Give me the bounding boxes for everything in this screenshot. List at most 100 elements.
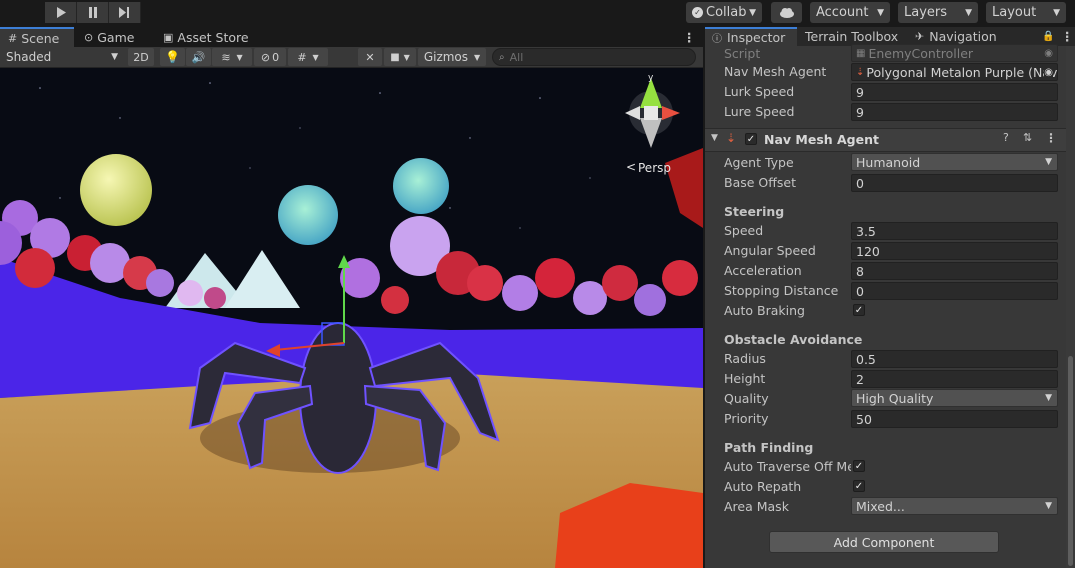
angular-speed-field[interactable]: 120 [851,242,1058,260]
audio-toggle[interactable]: 🔊 [186,48,211,66]
quality-dropdown[interactable]: High Quality ▼ [851,389,1058,407]
foldout-arrow-icon[interactable]: ▼ [711,133,718,143]
priority-field[interactable]: 50 [851,410,1058,428]
add-component-button[interactable]: Add Component [769,531,999,553]
caret-down-icon: ▼ [877,7,884,18]
tab-asset-store[interactable]: ▣ Asset Store [163,27,263,47]
agent-type-dropdown[interactable]: Humanoid ▼ [851,153,1058,171]
inspector-menu-button[interactable]: ⋮ [1061,27,1074,46]
tools-button[interactable]: ✕ [358,48,382,66]
gizmos-dropdown[interactable]: Gizmos ▼ [418,48,486,66]
pause-button[interactable] [77,2,109,23]
component-title: Nav Mesh Agent [764,132,879,147]
collab-dropdown[interactable]: ✓ Collab ▼ [686,2,762,23]
lure-speed-field[interactable]: 9 [851,103,1058,121]
speaker-icon: 🔊 [191,50,206,64]
account-dropdown[interactable]: Account ▼ [810,2,890,23]
caret-down-icon: ▼ [1045,501,1052,511]
effects-icon: ≋ [221,50,231,64]
hidden-eye-icon: ⊘ [260,50,271,64]
nav-mesh-agent-ref-field[interactable]: ⇣ Polygonal Metalon Purple (Nav ◉ [851,63,1058,81]
tab-asset-store-label: Asset Store [177,29,249,45]
projection-label[interactable]: Persp [638,161,671,175]
panel-menu-button[interactable]: ⋮ [683,27,697,47]
search-icon: ⌕ [499,51,505,63]
help-icon[interactable]: ? [1003,131,1009,144]
caret-down-icon: ▼ [236,52,243,62]
shading-mode-dropdown[interactable]: Shaded ▼ [2,48,122,66]
priority-label: Priority [724,411,769,426]
check-circle-icon: ✓ [692,7,703,18]
agent-type-label: Agent Type [724,155,794,170]
script-value: EnemyController [868,45,974,61]
scene-viewport[interactable]: y < Persp [0,68,703,568]
lurk-speed-value: 9 [856,84,864,100]
area-mask-dropdown[interactable]: Mixed... ▼ [851,497,1058,515]
nav-agent-icon: ⇣ [856,66,865,78]
main-toolbar: ✓ Collab ▼ Account ▼ Layers ▼ Layout ▼ [0,0,1075,26]
play-button[interactable] [45,2,77,23]
step-button[interactable] [109,2,141,23]
tab-scene[interactable]: # Scene [0,27,74,47]
navigation-icon: ✈ [915,30,925,43]
nav-mesh-agent-icon: ⇣ [726,131,737,145]
nav-mesh-agent-header[interactable]: ▼ ⇣ ✓ Nav Mesh Agent ? ⇅ ⋮ [705,128,1071,152]
planet-yellow [80,154,152,226]
scene-toolbar: Shaded ▼ 2D 💡 🔊 ≋ ▼ ⊘ 0 # ▼ ✕ ■ ▼ Gizmos… [0,47,703,68]
lurk-speed-field[interactable]: 9 [851,83,1058,101]
caret-down-icon: ▼ [474,52,481,62]
auto-repath-checkbox[interactable]: ✓ [853,480,865,492]
play-icon [56,7,66,18]
svg-text:y: y [648,73,654,83]
radius-value: 0.5 [856,351,876,367]
tab-terrain-toolbox-label: Terrain Toolbox [805,29,899,44]
cloud-button[interactable] [771,2,802,23]
tab-navigation-label: Navigation [929,29,997,44]
stopping-distance-value: 0 [856,283,864,299]
auto-traverse-checkbox[interactable]: ✓ [853,460,865,472]
scene-search-input[interactable]: ⌕ All [492,48,696,66]
layout-label: Layout [992,5,1037,20]
caret-down-icon: ▼ [749,7,756,18]
area-mask-value: Mixed... [856,498,905,514]
angular-speed-label: Angular Speed [724,243,816,258]
shading-mode-label: Shaded [6,50,52,64]
component-enabled-checkbox[interactable]: ✓ [745,133,757,145]
height-value: 2 [856,371,864,387]
lighting-toggle[interactable]: 💡 [160,48,185,66]
script-file-icon: ▦ [856,47,866,59]
layout-dropdown[interactable]: Layout ▼ [986,2,1066,23]
presets-icon[interactable]: ⇅ [1023,131,1032,144]
priority-value: 50 [856,411,872,427]
scene-render: y < [0,68,703,568]
radius-field[interactable]: 0.5 [851,350,1058,368]
scene-visibility-toggle[interactable]: ⊘ 0 [254,48,286,66]
kebab-menu-icon[interactable]: ⋮ [1045,131,1057,145]
layers-dropdown[interactable]: Layers ▼ [898,2,978,23]
2d-mode-toggle[interactable]: 2D [128,48,154,66]
tab-game-label: Game [97,29,135,45]
camera-icon: ■ [390,51,400,63]
collab-label: Collab [706,5,747,20]
lightbulb-icon: 💡 [165,50,180,64]
tools-icon: ✕ [365,50,375,64]
inspector-scrollbar[interactable] [1066,46,1075,568]
grid-snap-dropdown[interactable]: # ▼ [288,48,328,66]
inspector-panel: ⓘ Inspector Terrain Toolbox ✈ Navigation… [704,27,1075,568]
base-offset-field[interactable]: 0 [851,174,1058,192]
camera-dropdown[interactable]: ■ ▼ [384,48,416,66]
height-field[interactable]: 2 [851,370,1058,388]
stopping-distance-field[interactable]: 0 [851,282,1058,300]
perspective-indicator[interactable]: < [626,160,636,174]
auto-braking-checkbox[interactable]: ✓ [853,304,865,316]
tab-game[interactable]: ⊙ Game [84,27,154,47]
acceleration-label: Acceleration [724,263,802,278]
effects-dropdown[interactable]: ≋ ▼ [212,48,252,66]
lurk-speed-label: Lurk Speed [724,84,795,99]
acceleration-field[interactable]: 8 [851,262,1058,280]
base-offset-label: Base Offset [724,175,796,190]
scrollbar-thumb[interactable] [1068,356,1073,566]
speed-field[interactable]: 3.5 [851,222,1058,240]
gizmos-label: Gizmos [423,50,469,64]
obstacle-avoidance-heading: Obstacle Avoidance [724,332,863,347]
